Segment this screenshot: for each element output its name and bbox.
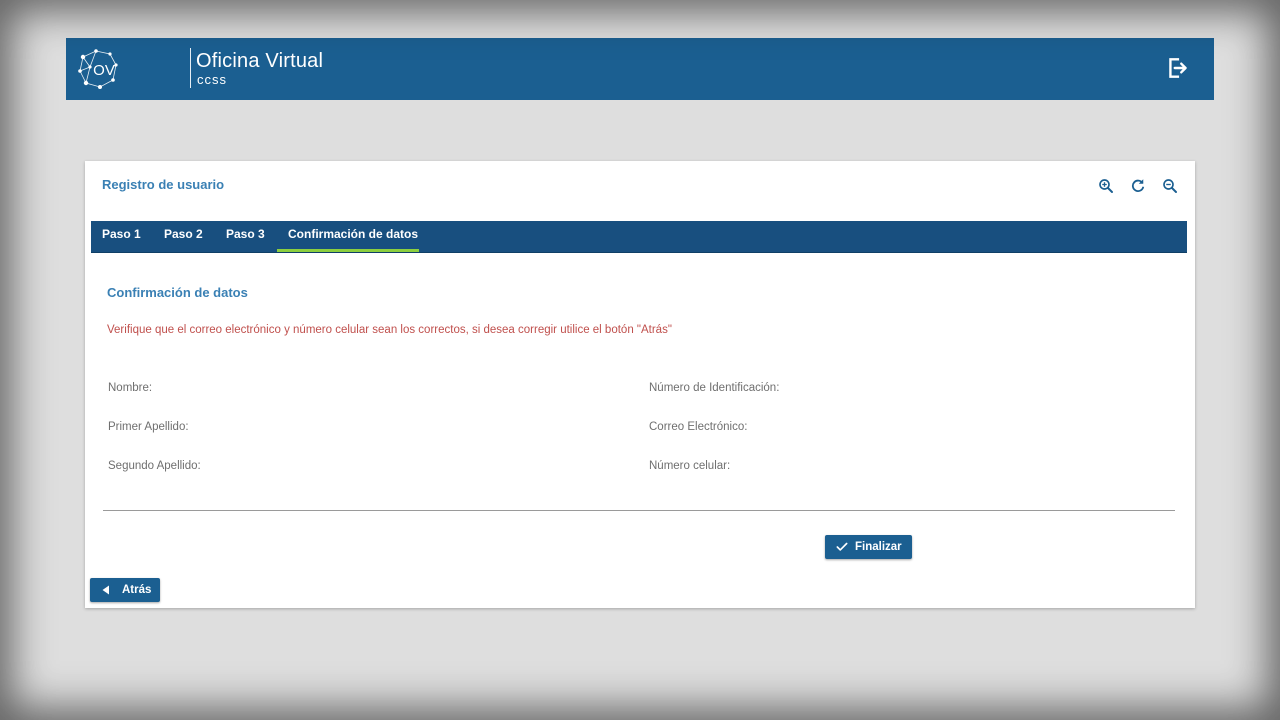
- section-title: Confirmación de datos: [107, 285, 248, 300]
- field-nombre-label: Nombre:: [108, 382, 153, 394]
- field-correo-label: Correo Electrónico:: [649, 421, 748, 433]
- triangle-left-icon: [102, 585, 109, 595]
- tab-paso-1[interactable]: Paso 1: [91, 221, 152, 252]
- logo-divider: [190, 48, 191, 88]
- logo-initials: OV: [93, 62, 115, 79]
- tab-paso-3[interactable]: Paso 3: [215, 221, 276, 252]
- back-button[interactable]: Atrás: [90, 578, 160, 602]
- check-icon: [836, 542, 848, 551]
- section-divider: [103, 510, 1175, 511]
- panel-title: Registro de usuario: [102, 177, 225, 192]
- app-header: OV Oficina Virtual ccss: [66, 38, 1214, 100]
- back-label: Atrás: [122, 584, 152, 596]
- finalize-button[interactable]: Finalizar: [825, 535, 912, 559]
- logo-network-icon: OV: [78, 49, 118, 89]
- finalize-label: Finalizar: [855, 541, 902, 553]
- field-identificacion-label: Número de Identificación:: [649, 382, 780, 394]
- tab-confirmacion[interactable]: Confirmación de datos: [277, 221, 419, 252]
- logout-icon[interactable]: [1165, 55, 1191, 81]
- app-subtitle: ccss: [197, 72, 227, 87]
- refresh-icon[interactable]: [1129, 177, 1147, 195]
- field-segundo-apellido-label: Segundo Apellido:: [108, 460, 201, 472]
- field-celular-label: Número celular:: [649, 460, 731, 472]
- registration-panel: Registro de usuario Paso 1 Paso 2 Paso 3…: [85, 161, 1195, 608]
- tab-paso-2[interactable]: Paso 2: [153, 221, 214, 252]
- step-tabs: Paso 1 Paso 2 Paso 3 Confirmación de dat…: [91, 221, 1187, 253]
- app-title: Oficina Virtual: [196, 50, 324, 72]
- zoom-in-icon[interactable]: [1097, 177, 1115, 195]
- field-primer-apellido-label: Primer Apellido:: [108, 421, 189, 433]
- zoom-out-icon[interactable]: [1161, 177, 1179, 195]
- warning-message: Verifique que el correo electrónico y nú…: [107, 324, 672, 336]
